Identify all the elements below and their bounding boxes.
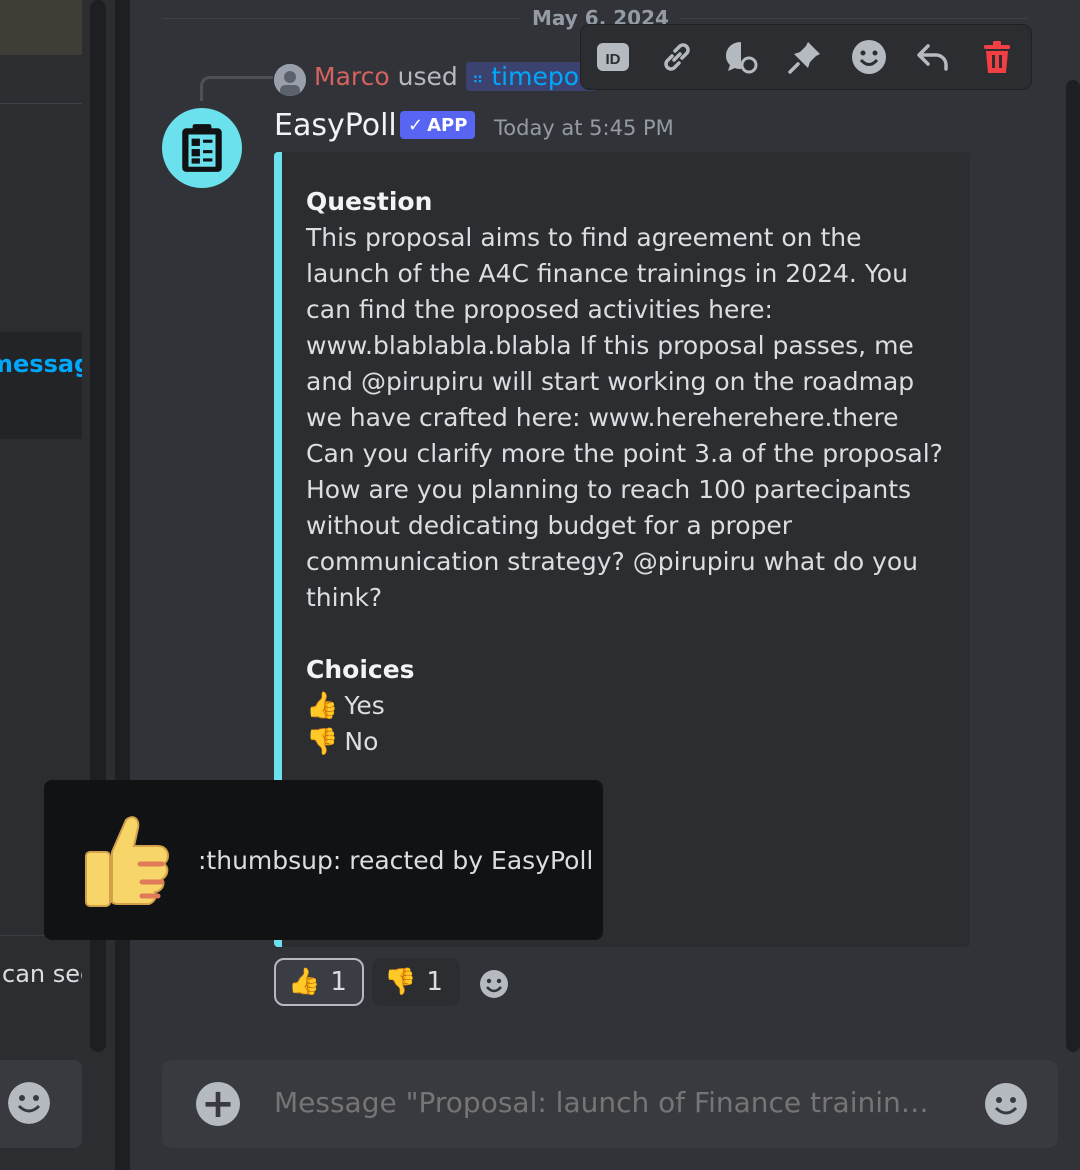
reply-button[interactable] [901,25,965,89]
messages-link[interactable]: messages [0,350,82,378]
bot-avatar[interactable] [162,108,242,188]
thumbs-up-icon: 👍 [288,967,321,997]
question-text: This proposal aims to find agreement on … [306,223,943,612]
choice-no: 👎 No [306,724,946,760]
thread-icon [726,42,758,74]
left-panel-link-card[interactable]: messages [0,332,82,439]
reply-icon [917,44,948,71]
delete-button[interactable] [965,25,1029,89]
reply-context: Marco used ⠶ timepoll [314,62,597,91]
reply-command-name: timepoll [491,62,593,91]
preview-text: can see [2,960,82,988]
svg-text:ID: ID [606,51,621,68]
app-badge: ✓ APP [400,111,476,139]
create-thread-button[interactable] [709,25,773,89]
add-reaction-button[interactable] [837,25,901,89]
reply-used-label: used [397,62,458,91]
message-input[interactable] [274,1086,934,1119]
reply-username[interactable]: Marco [314,62,390,91]
reaction-tooltip: :thumbsup: reacted by EasyPoll [44,780,603,940]
copy-link-button[interactable] [645,25,709,89]
trash-icon [984,41,1010,73]
reaction-thumbs-down[interactable]: 👎 1 [372,958,460,1006]
panel-separator [115,0,130,1170]
emoji-picker-icon[interactable] [8,1082,50,1124]
reply-avatar[interactable] [274,64,306,96]
choice-label: No [344,727,379,756]
pin-button[interactable] [773,25,837,89]
left-panel: messages can see [0,0,115,1170]
chat-scrollbar[interactable] [1066,80,1080,1052]
message-toolbar: ID [580,24,1032,90]
link-icon [664,43,690,71]
choice-label: Yes [344,691,385,720]
reaction-count: 1 [330,967,347,997]
reply-connector [200,76,273,101]
add-reaction-icon[interactable] [478,968,510,1000]
attach-plus-icon[interactable]: + [196,1082,240,1126]
left-panel-header [0,0,82,55]
left-panel-preview: can see [0,935,82,1010]
choices-label: Choices [306,655,415,684]
reaction-thumbs-up[interactable]: 👍 1 [274,958,364,1006]
tooltip-text: :thumbsup: reacted by EasyPoll [198,845,594,875]
check-icon: ✓ [408,114,424,136]
id-icon: ID [597,43,629,71]
thumbs-up-icon: 👍 [306,691,339,721]
thumbs-up-icon [85,816,170,907]
app-badge-label: APP [427,114,468,136]
thumbs-down-icon: 👎 [306,727,339,757]
pin-icon [788,42,820,74]
emoji-icon [852,40,886,74]
command-icon: ⠶ [471,68,484,88]
question-label: Question [306,187,433,216]
choice-yes: 👍 Yes [306,688,946,724]
copy-id-button[interactable]: ID [581,25,645,89]
message-timestamp: Today at 5:45 PM [494,116,674,140]
reaction-count: 1 [426,967,443,997]
reply-command[interactable]: ⠶ timepoll [465,62,597,91]
thumbs-down-icon: 👎 [384,967,417,997]
clipboard-icon [182,124,222,172]
emoji-picker-icon[interactable] [984,1082,1028,1126]
author-name[interactable]: EasyPoll [274,108,397,143]
divider [0,103,82,104]
